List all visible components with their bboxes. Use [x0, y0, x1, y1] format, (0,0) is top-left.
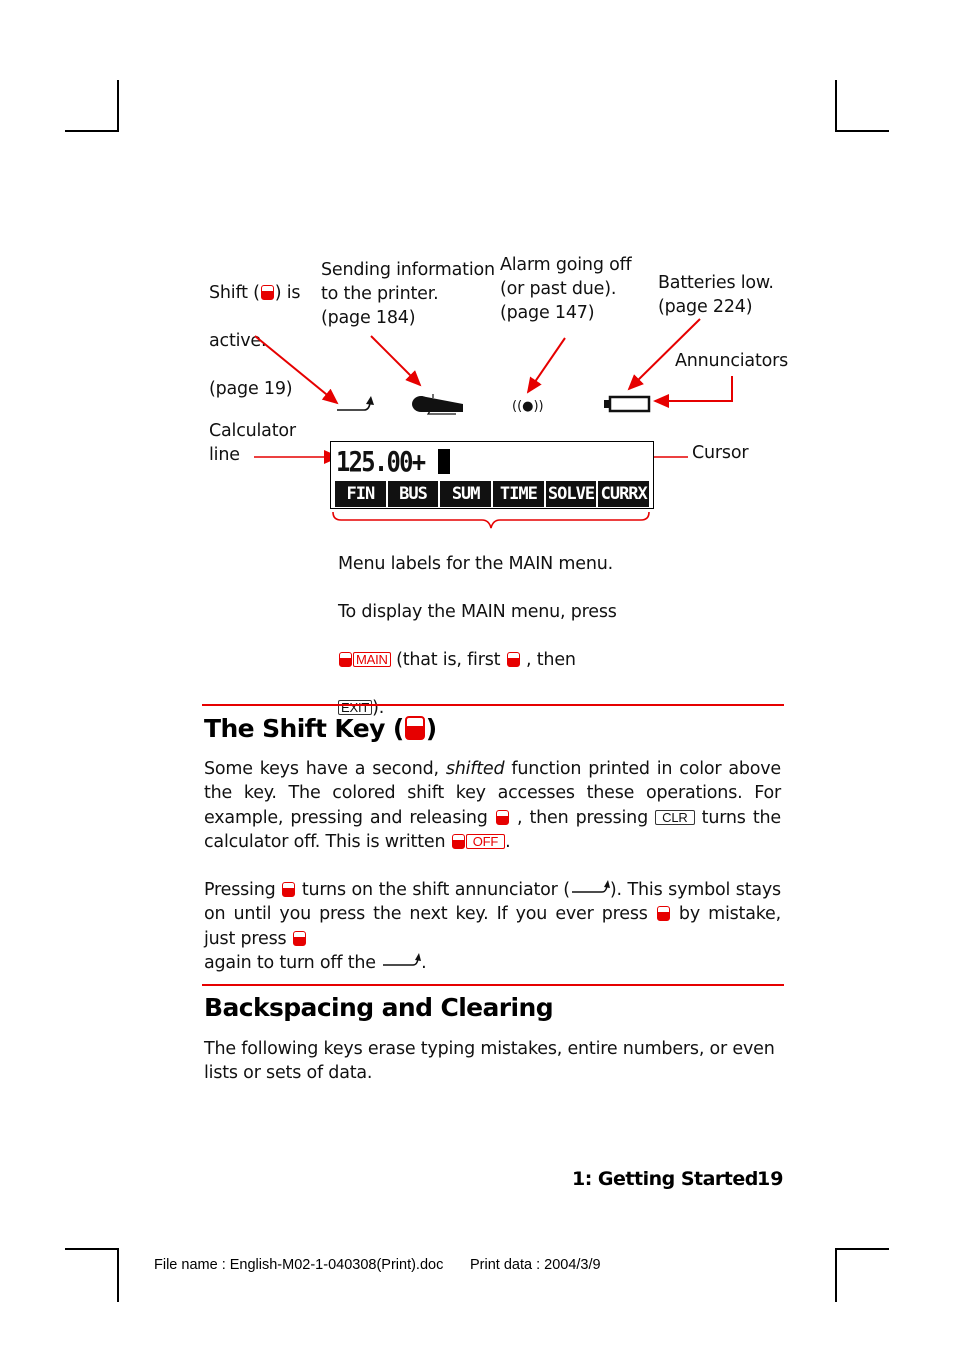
crop-mark-bottom-left-h — [65, 1248, 119, 1250]
crop-mark-bottom-right-h — [835, 1248, 889, 1250]
menu-key-bus[interactable]: BUS — [387, 481, 439, 507]
menu-brace — [332, 511, 650, 529]
menu-labels: FIN BUS SUM TIME SOLVE CURRX — [335, 481, 650, 507]
file-name: File name : English-M02-1-040308(Print).… — [154, 1257, 444, 1273]
section-rule-backspacing — [202, 984, 784, 986]
heading-shift-key: The Shift Key () — [204, 714, 437, 743]
shift-annunciator-icon — [571, 880, 610, 893]
arrow-battery — [627, 318, 701, 391]
shift-key-icon — [495, 809, 509, 825]
battery-low-icon — [604, 395, 651, 413]
text: . — [505, 832, 511, 853]
main-key: MAIN — [353, 652, 391, 667]
clr-key: CLR — [655, 809, 695, 825]
menu-key-sum[interactable]: SUM — [440, 481, 492, 507]
shift-key-icon — [339, 652, 352, 667]
shift-key-icon — [506, 652, 520, 667]
page-number: 19 — [757, 1168, 784, 1190]
text: , then pressing — [509, 807, 656, 828]
arrow-alarm — [526, 337, 566, 394]
shift-key-icon — [404, 716, 425, 740]
cursor — [438, 449, 450, 474]
arrow-printer — [370, 335, 422, 387]
menu-key-solve[interactable]: SOLVE — [545, 481, 597, 507]
heading-shift-key-text: The Shift Key ( — [204, 714, 404, 743]
chapter-title: 1: Getting Started — [572, 1168, 758, 1190]
crop-mark-bottom-right-v — [835, 1248, 837, 1302]
shift-key-paragraph-1: Some keys have a second, shifted functio… — [204, 757, 781, 855]
arrow-annunciators — [653, 376, 733, 408]
arrow-shift — [254, 335, 339, 405]
text: again to turn off the — [204, 953, 382, 974]
off-key: OFF — [465, 834, 506, 850]
print-date: Print data : 2004/3/9 — [470, 1257, 601, 1273]
shift-annunciator-icon — [383, 953, 422, 966]
shift-key-icon — [282, 882, 296, 897]
emphasis-shifted: shifted — [445, 759, 505, 779]
menu-key-fin[interactable]: FIN — [335, 481, 386, 507]
menu-caption-line3: (that is, first — [390, 650, 506, 670]
calculator-line: 125.00+ — [336, 445, 426, 478]
section-rule-shift-key — [202, 704, 784, 706]
shift-key-icon — [656, 906, 670, 922]
backspacing-paragraph: The following keys erase typing mistakes… — [204, 1039, 775, 1084]
heading-shift-key-close: ) — [425, 714, 437, 743]
shift-key-paragraph-2: Pressing turns on the shift annunciator … — [204, 878, 781, 976]
printer-icon — [412, 394, 463, 415]
menu-key-time[interactable]: TIME — [493, 481, 544, 507]
shift-annunciator-icon — [337, 396, 374, 411]
menu-caption-line2: To display the MAIN menu, press — [338, 602, 617, 622]
text: . — [421, 953, 427, 974]
shift-key-icon — [292, 930, 306, 946]
crop-mark-bottom-left-v — [117, 1248, 119, 1302]
shift-key-icon — [451, 834, 465, 850]
text: turns on the shift annunciator ( — [296, 880, 570, 900]
menu-caption: Menu labels for the MAIN menu. To displa… — [338, 528, 617, 720]
alarm-icon: ((●)) — [512, 399, 544, 414]
text: Some keys have a second, — [204, 759, 446, 779]
menu-caption-line3-end: , then — [520, 650, 576, 670]
menu-key-currx[interactable]: CURRX — [598, 481, 650, 507]
calculator-display: 125.00+ FIN BUS SUM TIME SOLVE CURRX — [330, 441, 654, 509]
menu-caption-line1: Menu labels for the MAIN menu. — [338, 554, 613, 574]
exit-key: EXIT — [338, 700, 373, 715]
text: Pressing — [204, 880, 282, 900]
heading-backspacing: Backspacing and Clearing — [204, 993, 554, 1022]
